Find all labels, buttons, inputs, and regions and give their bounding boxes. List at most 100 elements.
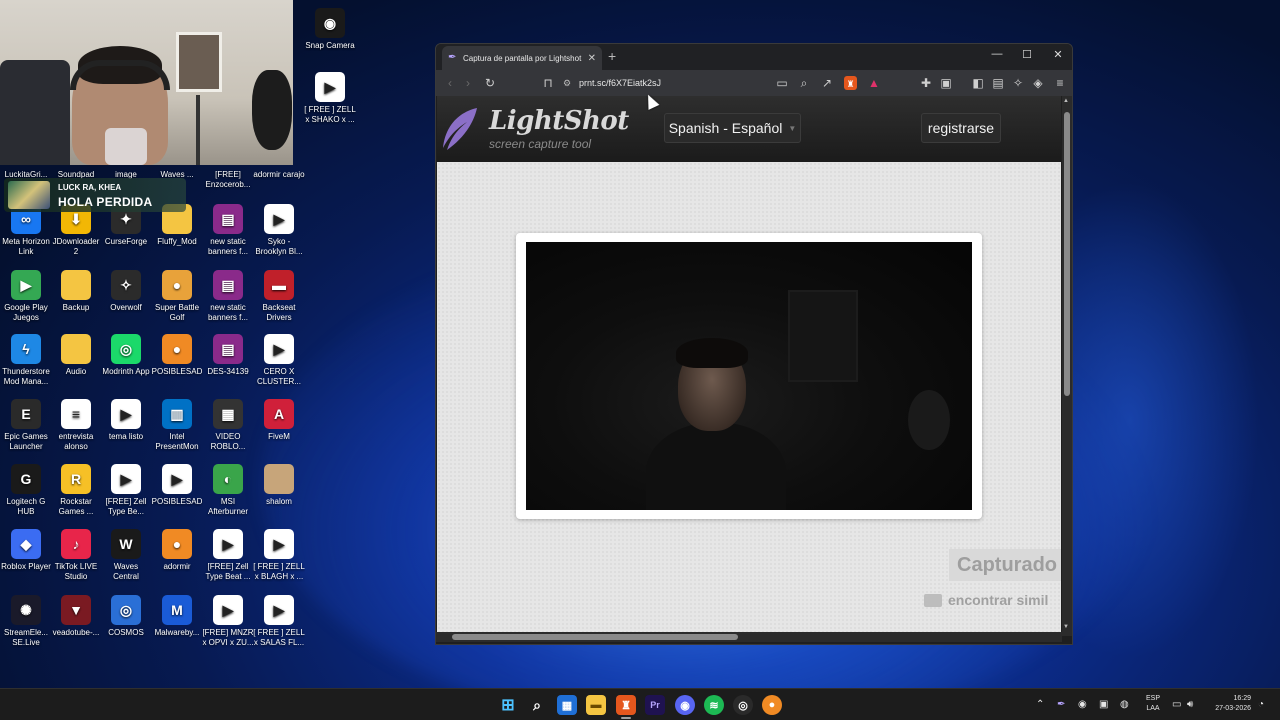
premiere-pro-icon[interactable]: Pr (645, 695, 665, 715)
desktop-icon[interactable]: ≡ entrevista alonso (50, 399, 102, 452)
desktop-icon[interactable]: E Epic Games Launcher (0, 399, 52, 452)
fl-studio-icon[interactable]: ● (762, 695, 782, 715)
tray-lightshot-icon[interactable]: ✒ (1057, 699, 1065, 710)
desktop-icon[interactable]: ▼ veadotube-... (50, 595, 102, 638)
desktop-icon[interactable]: ▦ VIDEO ROBLO... (202, 399, 254, 452)
desktop-icon[interactable]: M Malwareby... (151, 595, 203, 638)
close-tab-icon[interactable]: ✕ (588, 53, 596, 64)
tray-overflow-icon[interactable]: ⌃ (1036, 699, 1044, 710)
register-button[interactable]: registrarse (921, 113, 1001, 143)
wallet-icon[interactable]: ▤ (990, 75, 1006, 91)
brave-shields-icon[interactable]: ♜ (844, 76, 857, 90)
start-windows-icon[interactable]: ⊞ (498, 695, 518, 715)
search-icon[interactable]: ⌕ (527, 695, 547, 715)
desktop-icon[interactable]: ● Super Battle Golf (151, 270, 203, 323)
desktop-icon[interactable]: ▶ [ FREE ] ZELL x BLAGH x ... (253, 529, 305, 582)
desktop-icon[interactable]: ▶ [FREE] Zell Type Be... (100, 464, 152, 517)
horizontal-scrollbar[interactable] (436, 632, 1062, 642)
desktop-icon[interactable]: ▶ [ FREE ] ZELL x SHAKO x ... (304, 72, 356, 125)
desktop-icon[interactable]: ▶ Google Play Juegos (0, 270, 52, 323)
leo-ai-icon[interactable]: ✧ (1010, 75, 1026, 91)
discord-icon[interactable]: ◉ (675, 695, 695, 715)
minimize-icon[interactable]: — (987, 48, 1007, 60)
tab-search-icon[interactable]: ▣ (938, 75, 954, 91)
maximize-icon[interactable]: ☐ (1017, 48, 1037, 61)
sidebar-icon[interactable]: ◧ (970, 75, 986, 91)
desktop-icon[interactable]: ▶ [FREE] Zell Type Beat ... (202, 529, 254, 582)
share-icon[interactable]: ↗ (819, 75, 835, 91)
desktop-icon[interactable]: ♪ TikTok LIVE Studio (50, 529, 102, 582)
tray-app-icon[interactable]: ▣ (1099, 699, 1108, 710)
desktop-icon[interactable]: ◆ Roblox Player (0, 529, 52, 572)
scroll-up-icon[interactable]: ▲ (1063, 98, 1069, 104)
back-icon[interactable]: ‹ (442, 75, 458, 91)
menu-icon[interactable]: ≡ (1052, 75, 1068, 91)
desktop-icon[interactable]: ◎ COSMOS (100, 595, 152, 638)
desktop-icon[interactable]: ▶ POSIBLESAD (151, 464, 203, 507)
reload-icon[interactable]: ↻ (482, 75, 498, 91)
desktop-icon[interactable]: ◉ Snap Camera (304, 8, 356, 51)
file-explorer-icon[interactable]: ▬ (586, 695, 606, 715)
notification-icon[interactable]: ◔ (1258, 699, 1264, 710)
desktop-icon[interactable]: shalom (253, 464, 305, 507)
desktop-icon[interactable]: Audio (50, 334, 102, 377)
tray-steam-icon[interactable]: ◍ (1120, 699, 1129, 710)
tab-lightshot[interactable]: ✒ Captura de pantalla por Lightshot ✕ (442, 46, 602, 70)
desktop-icon[interactable]: ▤ new static banners f... (202, 204, 254, 257)
tray-discord-icon[interactable]: ◉ (1078, 699, 1087, 710)
screenshot-image[interactable] (526, 242, 972, 510)
forward-icon[interactable]: › (460, 75, 476, 91)
desktop-icon[interactable]: ▶ tema listo (100, 399, 152, 442)
desktop-icon[interactable]: ▤ new static banners f... (202, 270, 254, 323)
desktop-app-icon: ♪ (61, 529, 91, 559)
network-icon[interactable]: ▭ (1172, 699, 1181, 710)
desktop-icon[interactable]: ϟ Thunderstore Mod Mana... (0, 334, 52, 387)
desktop-icon[interactable]: ✧ Overwolf (100, 270, 152, 313)
lightshot-logo[interactable]: LightShot (489, 106, 629, 136)
clock[interactable]: 16:29 27-03-2026 (1203, 694, 1251, 714)
desktop-icon[interactable]: ▬ Backseat Drivers (253, 270, 305, 323)
desktop-icon[interactable]: A FiveM (253, 399, 305, 442)
brave-rewards-icon[interactable]: ▲ (866, 75, 882, 91)
desktop-icon[interactable]: [FREE] Enzocerob... (202, 170, 254, 190)
widgets-icon[interactable]: ▦ (557, 695, 577, 715)
desktop-icon[interactable]: Backup (50, 270, 102, 313)
desktop-icon[interactable]: ✺ StreamEle... SE.Live (0, 595, 52, 648)
desktop-icon[interactable]: ▥ Intel PresentMon (151, 399, 203, 452)
spotify-icon[interactable]: ≋ (704, 695, 724, 715)
desktop-icon[interactable]: adormir carajo (253, 170, 305, 180)
brave-browser-icon[interactable]: ♜ (616, 695, 636, 715)
vertical-scroll-thumb[interactable] (1064, 112, 1070, 396)
scroll-down-icon[interactable]: ▼ (1063, 624, 1069, 630)
desktop-icon[interactable]: ▶ [ FREE ] ZELL x SALAS FL... (253, 595, 305, 648)
desktop-icon[interactable]: G Logitech G HUB (0, 464, 52, 517)
screenshot-icon[interactable]: ▭ (774, 75, 790, 91)
language-indicator[interactable]: ESP LAA (1144, 694, 1162, 714)
close-window-icon[interactable]: ✕ (1048, 48, 1068, 61)
desktop-icon[interactable]: ◎ Modrinth App (100, 334, 152, 377)
desktop-icon[interactable]: ▤ DES-34139 (202, 334, 254, 377)
vertical-scrollbar[interactable]: ▲ ▼ (1062, 96, 1072, 636)
desktop-icon[interactable]: ● adormir (151, 529, 203, 572)
desktop-icon[interactable]: R Rockstar Games ... (50, 464, 102, 517)
desktop-app-icon: ▶ (264, 334, 294, 364)
desktop-icon[interactable]: ▶ [FREE] MNZR x OPVI x ZU... (202, 595, 254, 648)
bookmark-icon[interactable]: ⊓ (540, 75, 556, 91)
desktop-icon[interactable]: ◐ MSI Afterburner (202, 464, 254, 517)
desktop-app-icon: R (61, 464, 91, 494)
find-similar-link[interactable]: encontrar simil (924, 592, 1048, 608)
desktop-icon[interactable]: ● POSIBLESAD (151, 334, 203, 377)
language-selector[interactable]: Spanish - Español ▼ (664, 113, 801, 143)
desktop-icon[interactable]: ▶ CERO X CLUSTER... (253, 334, 305, 387)
obs-icon[interactable]: ◎ (733, 695, 753, 715)
desktop-icon[interactable]: ▶ Syko - Brooklyn Bl... (253, 204, 305, 257)
extensions-icon[interactable]: ✚ (918, 75, 934, 91)
vpn-icon[interactable]: ◈ (1030, 75, 1046, 91)
horizontal-scroll-thumb[interactable] (452, 634, 738, 640)
desktop-icon[interactable]: W Waves Central (100, 529, 152, 582)
desktop-app-icon: ▶ (264, 529, 294, 559)
volume-icon[interactable]: 🔊︎ (1187, 699, 1193, 710)
new-tab-icon[interactable]: + (608, 48, 616, 64)
site-settings-icon[interactable]: ⚙ (563, 78, 579, 89)
zoom-icon[interactable]: ⌕ (796, 75, 812, 91)
